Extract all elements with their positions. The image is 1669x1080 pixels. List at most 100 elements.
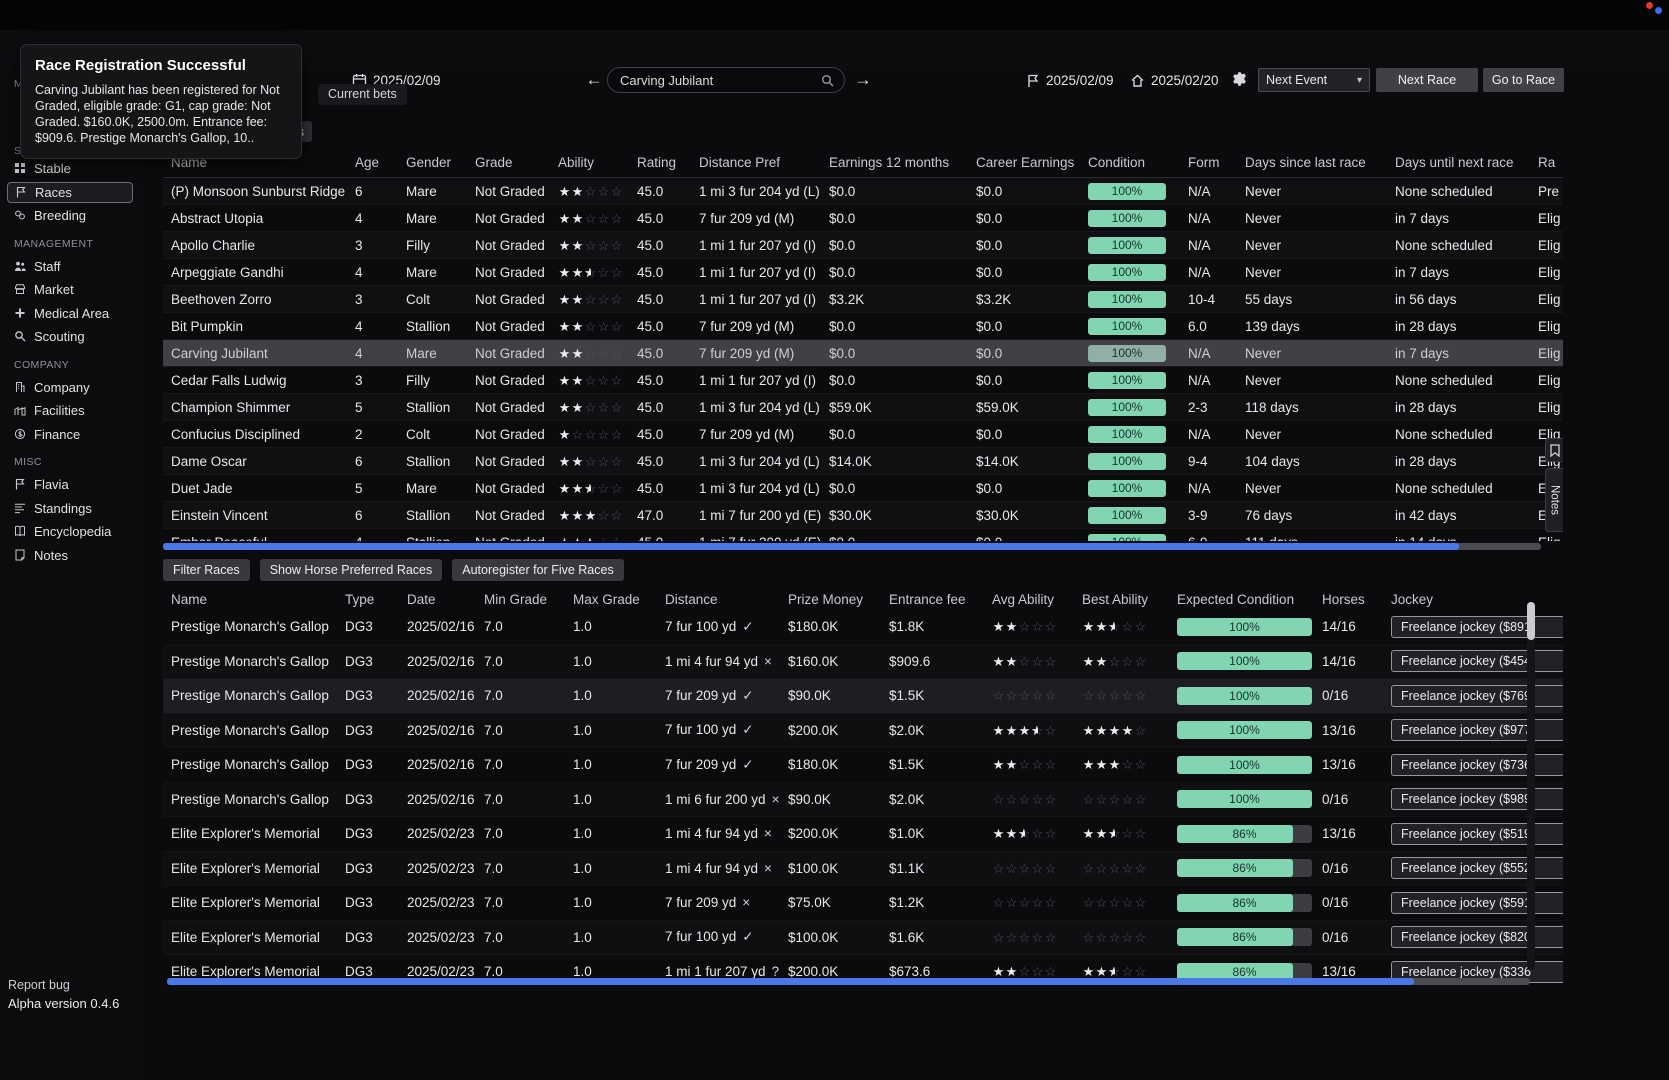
- horse-row[interactable]: (P) Monsoon Sunburst Ridge6MareNot Grade…: [163, 178, 1563, 205]
- horses-horizontal-scrollbar[interactable]: [163, 543, 1541, 550]
- jockey-select-button[interactable]: Freelance jockey ($736: [1391, 754, 1563, 776]
- horse-row[interactable]: Einstein Vincent6StallionNot Graded★★★☆☆…: [163, 502, 1563, 529]
- horse-row[interactable]: Duet Jade5MareNot Graded★★☆★☆☆45.01 mi 3…: [163, 475, 1563, 502]
- race-row[interactable]: Prestige Monarch's GallopDG32025/02/167.…: [163, 645, 1563, 680]
- jockey-select-button[interactable]: Freelance jockey ($977: [1391, 719, 1563, 741]
- horse-row[interactable]: Carving Jubilant4MareNot Graded★★☆☆☆45.0…: [163, 340, 1563, 367]
- column-header[interactable]: Grade: [475, 155, 558, 170]
- sidebar-item-company[interactable]: Company: [0, 376, 140, 400]
- column-header[interactable]: Entrance fee: [889, 592, 992, 607]
- races-vscrollbar-thumb[interactable]: [1527, 602, 1535, 640]
- column-header[interactable]: Form: [1188, 155, 1245, 170]
- column-header[interactable]: Distance: [665, 592, 788, 607]
- search-input[interactable]: [620, 73, 821, 88]
- prev-horse-button[interactable]: ←: [582, 68, 606, 92]
- column-header[interactable]: Ra: [1538, 155, 1563, 170]
- column-header[interactable]: Expected Condition: [1177, 592, 1322, 607]
- column-header[interactable]: Avg Ability: [992, 592, 1082, 607]
- horse-row[interactable]: Beethoven Zorro3ColtNot Graded★★☆☆☆45.01…: [163, 286, 1563, 313]
- column-header[interactable]: Jockey: [1391, 592, 1563, 607]
- race-type: DG3: [345, 619, 407, 634]
- column-header[interactable]: Distance Pref: [699, 155, 829, 170]
- sidebar-item-flavia[interactable]: Flavia: [0, 473, 140, 497]
- jockey-select-button[interactable]: Freelance jockey ($989: [1391, 788, 1563, 810]
- horse-row[interactable]: Ember Peaceful4StallionNot Graded★★☆★☆☆4…: [163, 529, 1563, 541]
- race-row[interactable]: Prestige Monarch's GallopDG32025/02/167.…: [163, 610, 1563, 645]
- show-horse-preferred-races-button[interactable]: Show Horse Preferred Races: [260, 559, 443, 581]
- column-header[interactable]: Date: [407, 592, 484, 607]
- go-to-race-button[interactable]: Go to Race: [1483, 68, 1564, 92]
- tab-current-bets[interactable]: Current bets: [318, 84, 407, 105]
- column-header[interactable]: Name: [171, 592, 345, 607]
- race-row[interactable]: Elite Explorer's MemorialDG32025/02/237.…: [163, 886, 1563, 921]
- column-header[interactable]: Prize Money: [788, 592, 889, 607]
- next-horse-button[interactable]: →: [851, 68, 875, 92]
- sidebar-item-label: Encyclopedia: [34, 524, 111, 539]
- jockey-select-button[interactable]: Freelance jockey ($820: [1391, 926, 1563, 948]
- bookmark-button[interactable]: [1545, 438, 1563, 462]
- races-horizontal-scrollbar[interactable]: [167, 978, 1530, 985]
- sidebar-item-staff[interactable]: Staff: [0, 255, 140, 279]
- toast-notification[interactable]: Race Registration Successful Carving Jub…: [20, 44, 302, 159]
- column-header[interactable]: Days until next race: [1395, 155, 1538, 170]
- races-scrollbar-thumb[interactable]: [167, 978, 1414, 985]
- race-row[interactable]: Prestige Monarch's GallopDG32025/02/167.…: [163, 748, 1563, 783]
- jockey-select-button[interactable]: Freelance jockey ($454: [1391, 650, 1563, 672]
- notes-side-tab[interactable]: Notes: [1545, 468, 1563, 532]
- race-row[interactable]: Prestige Monarch's GallopDG32025/02/167.…: [163, 679, 1563, 714]
- sidebar-item-finance[interactable]: Finance: [0, 423, 140, 447]
- gear-icon[interactable]: [1231, 71, 1248, 88]
- column-header[interactable]: Max Grade: [573, 592, 665, 607]
- column-header[interactable]: Best Ability: [1082, 592, 1177, 607]
- column-header[interactable]: Condition: [1088, 155, 1188, 170]
- horse-row[interactable]: Champion Shimmer5StallionNot Graded★★☆☆☆…: [163, 394, 1563, 421]
- race-row[interactable]: Elite Explorer's MemorialDG32025/02/237.…: [163, 852, 1563, 887]
- sidebar-item-stable[interactable]: Stable: [0, 157, 140, 181]
- sidebar-item-notes[interactable]: Notes: [0, 544, 140, 568]
- sidebar-item-market[interactable]: Market: [0, 278, 140, 302]
- horse-row[interactable]: Confucius Disciplined2ColtNot Graded★☆☆☆…: [163, 421, 1563, 448]
- jockey-select-button[interactable]: Freelance jockey ($552: [1391, 857, 1563, 879]
- next-event-select[interactable]: Next Event ▾: [1258, 68, 1370, 92]
- report-bug-link[interactable]: Report bug: [8, 978, 70, 992]
- column-header[interactable]: Rating: [637, 155, 699, 170]
- next-race-button[interactable]: Next Race: [1376, 68, 1478, 92]
- race-row[interactable]: Elite Explorer's MemorialDG32025/02/237.…: [163, 921, 1563, 956]
- column-header[interactable]: Days since last race: [1245, 155, 1395, 170]
- horse-condition: 100%: [1088, 426, 1188, 443]
- column-header[interactable]: Age: [355, 155, 406, 170]
- jockey-select-button[interactable]: Freelance jockey ($891: [1391, 616, 1563, 638]
- horse-row[interactable]: Arpeggiate Gandhi4MareNot Graded★★☆★☆☆45…: [163, 259, 1563, 286]
- column-header[interactable]: Earnings 12 months: [829, 155, 976, 170]
- column-header[interactable]: Gender: [406, 155, 475, 170]
- horse-row[interactable]: Apollo Charlie3FillyNot Graded★★☆☆☆45.01…: [163, 232, 1563, 259]
- horse-row[interactable]: Bit Pumpkin4StallionNot Graded★★☆☆☆45.07…: [163, 313, 1563, 340]
- race-prize: $200.0K: [788, 964, 889, 979]
- sidebar-item-standings[interactable]: Standings: [0, 497, 140, 521]
- horses-scrollbar-thumb[interactable]: [163, 543, 1459, 550]
- horse-search[interactable]: [607, 67, 845, 93]
- sidebar-item-breeding[interactable]: Breeding: [0, 204, 140, 228]
- race-row[interactable]: Elite Explorer's MemorialDG32025/02/237.…: [163, 817, 1563, 852]
- column-header[interactable]: Career Earnings: [976, 155, 1088, 170]
- column-header[interactable]: Horses: [1322, 592, 1391, 607]
- horse-row[interactable]: Cedar Falls Ludwig3FillyNot Graded★★☆☆☆4…: [163, 367, 1563, 394]
- race-row[interactable]: Prestige Monarch's GallopDG32025/02/167.…: [163, 714, 1563, 749]
- column-header[interactable]: Ability: [558, 155, 637, 170]
- column-header[interactable]: Min Grade: [484, 592, 573, 607]
- sidebar-item-encyclopedia[interactable]: Encyclopedia: [0, 520, 140, 544]
- sidebar-item-medical-area[interactable]: Medical Area: [0, 302, 140, 326]
- autoregister-for-five-races-button[interactable]: Autoregister for Five Races: [452, 559, 623, 581]
- race-row[interactable]: Prestige Monarch's GallopDG32025/02/167.…: [163, 783, 1563, 818]
- jockey-select-button[interactable]: Freelance jockey ($591: [1391, 892, 1563, 914]
- jockey-select-button[interactable]: Freelance jockey ($519: [1391, 823, 1563, 845]
- jockey-select-button[interactable]: Freelance jockey ($769: [1391, 685, 1563, 707]
- sidebar-item-facilities[interactable]: Facilities: [0, 399, 140, 423]
- filter-races-button[interactable]: Filter Races: [163, 559, 250, 581]
- horse-row[interactable]: Abstract Utopia4MareNot Graded★★☆☆☆45.07…: [163, 205, 1563, 232]
- column-header[interactable]: Type: [345, 592, 407, 607]
- sidebar-item-races[interactable]: Races: [7, 182, 133, 204]
- races-vertical-scrollbar[interactable]: [1527, 602, 1535, 970]
- horse-row[interactable]: Dame Oscar6StallionNot Graded★★☆☆☆45.01 …: [163, 448, 1563, 475]
- sidebar-item-scouting[interactable]: Scouting: [0, 325, 140, 349]
